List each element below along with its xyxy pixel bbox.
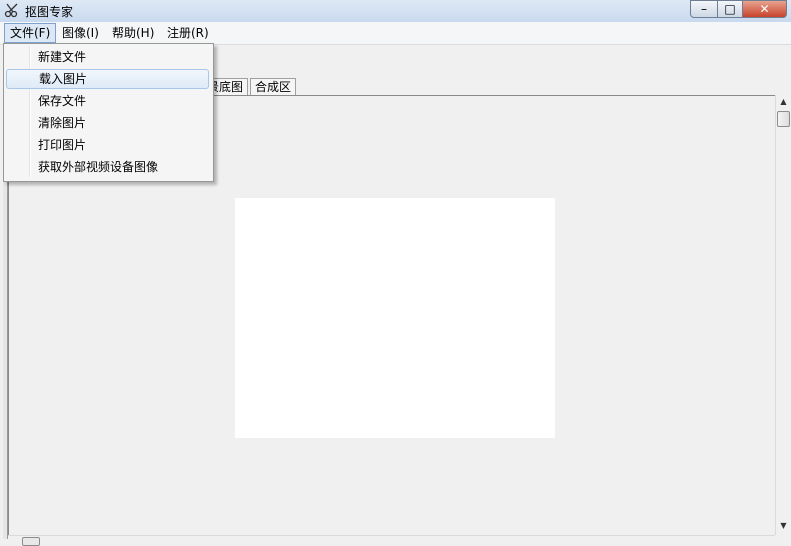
window-title: 抠图专家 [25,5,74,19]
horizontal-scroll-thumb[interactable] [22,537,40,546]
tab-composite[interactable]: 合成区 [250,78,297,95]
app-scissors-icon [4,3,18,18]
minimize-button[interactable]: – [690,0,718,18]
menu-help[interactable]: 帮助(H) [107,24,159,42]
vertical-scrollbar[interactable]: ▲ ▼ [775,95,791,535]
menu-item-print-image[interactable]: 打印图片 [6,135,209,155]
menu-item-save-file[interactable]: 保存文件 [6,91,209,111]
menu-item-new-file[interactable]: 新建文件 [6,47,209,67]
minimize-icon: – [701,2,707,16]
menu-register[interactable]: 注册(R) [162,24,214,42]
close-button[interactable]: ✕ [743,0,787,18]
menu-bar: 文件(F) 图像(I) 帮助(H) 注册(R) [0,22,791,45]
menu-item-capture-video[interactable]: 获取外部视频设备图像 [6,157,209,177]
menu-item-load-image[interactable]: 载入图片 [6,69,209,89]
image-canvas[interactable] [235,198,555,438]
scroll-up-icon[interactable]: ▲ [776,95,791,109]
title-bar: 抠图专家 – □ ✕ [0,0,791,23]
menu-file[interactable]: 文件(F) [4,23,57,43]
maximize-button[interactable]: □ [718,0,743,18]
file-menu-dropdown: 新建文件 载入图片 保存文件 清除图片 打印图片 获取外部视频设备图像 [3,43,214,182]
close-icon: ✕ [759,2,770,16]
menu-image[interactable]: 图像(I) [57,24,104,42]
maximize-icon: □ [724,2,736,16]
scroll-down-icon[interactable]: ▼ [776,519,791,533]
menu-item-clear-image[interactable]: 清除图片 [6,113,209,133]
vertical-scroll-thumb[interactable] [777,111,790,127]
